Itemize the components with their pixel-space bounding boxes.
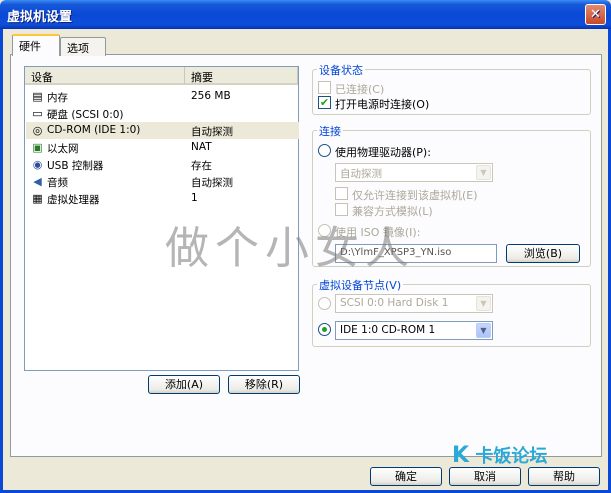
brand-logo: K 卡饭论坛	[452, 442, 547, 468]
device-row-cdrom[interactable]: ◎ CD-ROM (IDE 1:0) 自动探测	[26, 122, 299, 139]
allow-vm-only-checkbox[interactable]	[335, 187, 348, 200]
device-summary: 存在	[191, 160, 212, 172]
device-row-memory[interactable]: ▤ 内存 256 MB	[26, 88, 299, 105]
chevron-down-icon: ▼	[476, 296, 491, 311]
cancel-button[interactable]: 取消	[449, 467, 521, 486]
device-name: 硬盘 (SCSI 0:0)	[47, 109, 124, 121]
ok-button[interactable]: 确定	[370, 467, 442, 486]
close-button[interactable]: ✕	[585, 4, 606, 25]
scsi-node-radio[interactable]	[318, 297, 331, 310]
cdrom-icon: ◎	[32, 124, 43, 137]
device-name: 内存	[47, 92, 68, 104]
window-title: 虚拟机设置	[7, 10, 73, 25]
title-bar: 虚拟机设置 ✕	[0, 0, 611, 29]
device-row-hard-disk[interactable]: ▭ 硬盘 (SCSI 0:0)	[26, 105, 299, 122]
device-name: USB 控制器	[47, 160, 104, 172]
hard-disk-icon: ▭	[32, 107, 43, 120]
device-summary: 256 MB	[191, 90, 231, 102]
add-device-button[interactable]: 添加(A)	[148, 375, 220, 394]
scsi-node-select[interactable]: SCSI 0:0 Hard Disk 1 ▼	[335, 294, 493, 313]
column-header-device-label: 设备	[31, 71, 53, 84]
device-name: CD-ROM (IDE 1:0)	[47, 124, 141, 136]
ide-node-value: IDE 1:0 CD-ROM 1	[340, 324, 436, 336]
connected-checkbox[interactable]	[318, 81, 331, 94]
physical-drive-radio[interactable]	[318, 144, 331, 157]
ide-node-radio[interactable]	[318, 323, 331, 336]
device-summary: 自动探测	[191, 177, 233, 189]
device-status-title: 设备状态	[317, 62, 365, 78]
physical-drive-select[interactable]: 自动探测 ▼	[335, 163, 493, 182]
audio-icon: ◀	[33, 175, 42, 188]
scsi-node-value: SCSI 0:0 Hard Disk 1	[340, 297, 449, 309]
physical-drive-label: 使用物理驱动器(P):	[335, 146, 431, 159]
help-button[interactable]: 帮助	[528, 467, 600, 486]
device-name: 以太网	[47, 143, 79, 155]
window-frame-left	[0, 29, 3, 493]
virtual-node-title: 虚拟设备节点(V)	[317, 277, 404, 293]
column-header-device[interactable]: 设备	[25, 67, 185, 85]
tab-options-label: 选项	[67, 42, 89, 55]
device-summary: 1	[191, 192, 198, 204]
physical-drive-value: 自动探测	[340, 168, 382, 180]
chevron-down-icon: ▼	[476, 165, 491, 180]
connect-on-power-label: 打开电源时连接(O)	[335, 98, 430, 111]
device-row-usb[interactable]: ◉ USB 控制器 存在	[26, 156, 299, 173]
brand-k-icon: K	[452, 443, 470, 468]
brand-name: 卡饭论坛	[475, 446, 548, 467]
chevron-down-icon: ▼	[476, 323, 491, 338]
device-name: 虚拟处理器	[47, 194, 100, 206]
device-row-ethernet[interactable]: ▣ 以太网 NAT	[26, 139, 299, 156]
memory-icon: ▤	[32, 90, 43, 103]
allow-vm-only-label: 仅允许连接到该虚拟机(E)	[352, 189, 478, 202]
usb-icon: ◉	[32, 158, 43, 171]
device-row-audio[interactable]: ◀ 音频 自动探测	[26, 173, 299, 190]
column-header-summary[interactable]: 摘要	[185, 67, 298, 85]
cpu-icon: ▦	[32, 192, 43, 205]
connection-title: 连接	[317, 123, 343, 139]
browse-button[interactable]: 浏览(B)	[506, 244, 580, 263]
remove-device-button[interactable]: 移除(R)	[228, 375, 300, 394]
device-summary: 自动探测	[191, 126, 233, 138]
tab-options[interactable]: 选项	[60, 37, 106, 56]
tab-hardware-label: 硬件	[19, 40, 41, 53]
connect-on-power-checkbox[interactable]: ✔	[318, 96, 331, 109]
close-icon: ✕	[590, 7, 601, 22]
ethernet-icon: ▣	[32, 141, 43, 154]
ide-node-select[interactable]: IDE 1:0 CD-ROM 1 ▼	[335, 321, 493, 340]
device-summary: NAT	[191, 141, 212, 153]
watermark-text: 做个小女人	[165, 223, 415, 274]
tab-hardware[interactable]: 硬件	[12, 34, 60, 56]
device-row-cpu[interactable]: ▦ 虚拟处理器 1	[26, 190, 299, 207]
column-header-summary-label: 摘要	[191, 71, 213, 84]
device-name: 音频	[47, 177, 68, 189]
connected-label: 已连接(C)	[335, 83, 385, 96]
